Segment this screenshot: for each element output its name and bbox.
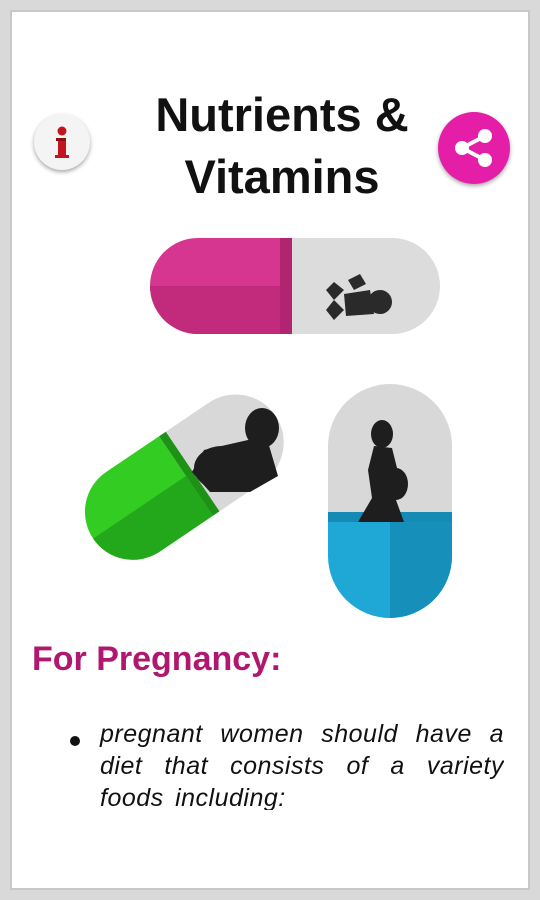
app-screen: Nutrients & Vitamins For Pregnancy: preg… — [10, 10, 530, 890]
pills-illustration — [84, 238, 452, 618]
pink-capsule — [150, 238, 440, 334]
info-button[interactable] — [34, 114, 90, 170]
section-heading: For Pregnancy: — [32, 640, 282, 678]
bullet-dot — [70, 736, 80, 746]
bullet-list: pregnant women should have a diet that c… — [64, 718, 504, 810]
page-title: Nutrients & Vitamins — [112, 84, 452, 208]
list-item: pregnant women should have a diet that c… — [100, 720, 504, 810]
title-line-1: Nutrients & — [155, 88, 409, 141]
share-button[interactable] — [438, 112, 510, 184]
title-line-2: Vitamins — [184, 150, 380, 203]
share-icon — [455, 129, 492, 167]
info-icon — [55, 126, 69, 158]
